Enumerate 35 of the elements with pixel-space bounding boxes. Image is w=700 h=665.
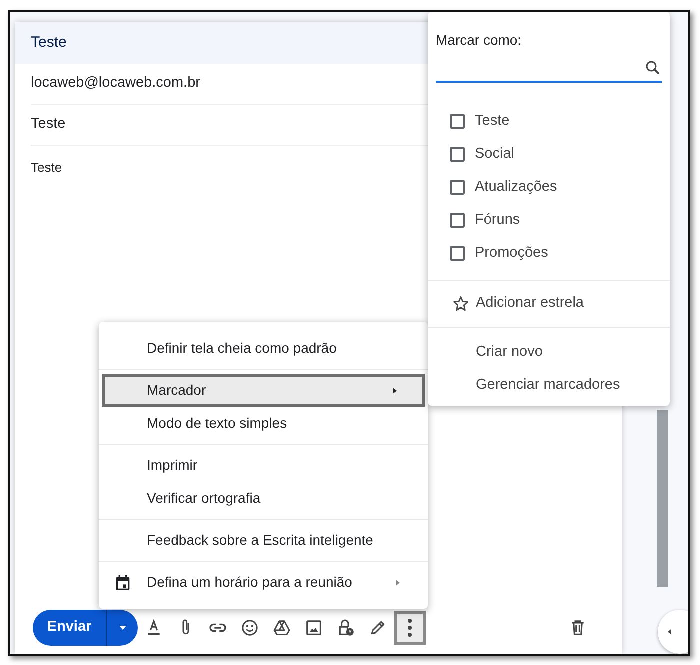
emoji-icon xyxy=(240,618,260,638)
checkbox[interactable] xyxy=(450,114,465,129)
search-icon xyxy=(644,59,662,77)
label-name[interactable]: Atualizações xyxy=(475,176,558,198)
menu-heading: Marcar como: xyxy=(435,31,523,50)
menu-item[interactable]: Gerenciar marcadores xyxy=(428,369,670,402)
menu-item[interactable]: Feedback sobre a Escrita inteligente xyxy=(99,524,428,557)
checkbox[interactable] xyxy=(450,147,465,162)
menu-item[interactable]: Definir tela cheia como padrão xyxy=(99,332,428,365)
menu-item[interactable]: Marcador xyxy=(102,374,425,407)
star-icon xyxy=(452,295,470,313)
checkbox[interactable] xyxy=(450,180,465,195)
menu-item[interactable]: Imprimir xyxy=(99,449,428,482)
more-options-button[interactable] xyxy=(394,611,426,645)
send-button[interactable]: Enviar xyxy=(33,610,106,646)
label-name[interactable]: Social xyxy=(475,144,514,166)
more-options-icon xyxy=(408,619,412,637)
label-name[interactable]: Promoções xyxy=(475,242,548,264)
menu-item[interactable]: Defina um horário para a reunião xyxy=(99,566,428,599)
label-name[interactable]: Fóruns xyxy=(475,210,520,232)
subject-text: Teste xyxy=(31,115,66,134)
menu-item[interactable]: Adicionar estrela xyxy=(476,293,584,315)
caret-icon xyxy=(666,628,674,636)
scrollbar-thumb[interactable] xyxy=(657,410,668,587)
message-body: Teste xyxy=(31,159,64,177)
menu-item[interactable]: Criar novo xyxy=(428,336,670,369)
menu-item[interactable]: Modo de texto simples xyxy=(99,407,428,440)
send-options-button[interactable] xyxy=(106,610,138,646)
menu-item[interactable]: Verificar ortografia xyxy=(99,482,428,515)
image-icon xyxy=(304,618,324,638)
checkbox[interactable] xyxy=(450,213,465,228)
checkbox[interactable] xyxy=(450,246,465,261)
drive-icon xyxy=(272,618,292,638)
recipient-text: locaweb@locaweb.com.br xyxy=(31,74,200,94)
label-name[interactable]: Teste xyxy=(475,110,510,132)
